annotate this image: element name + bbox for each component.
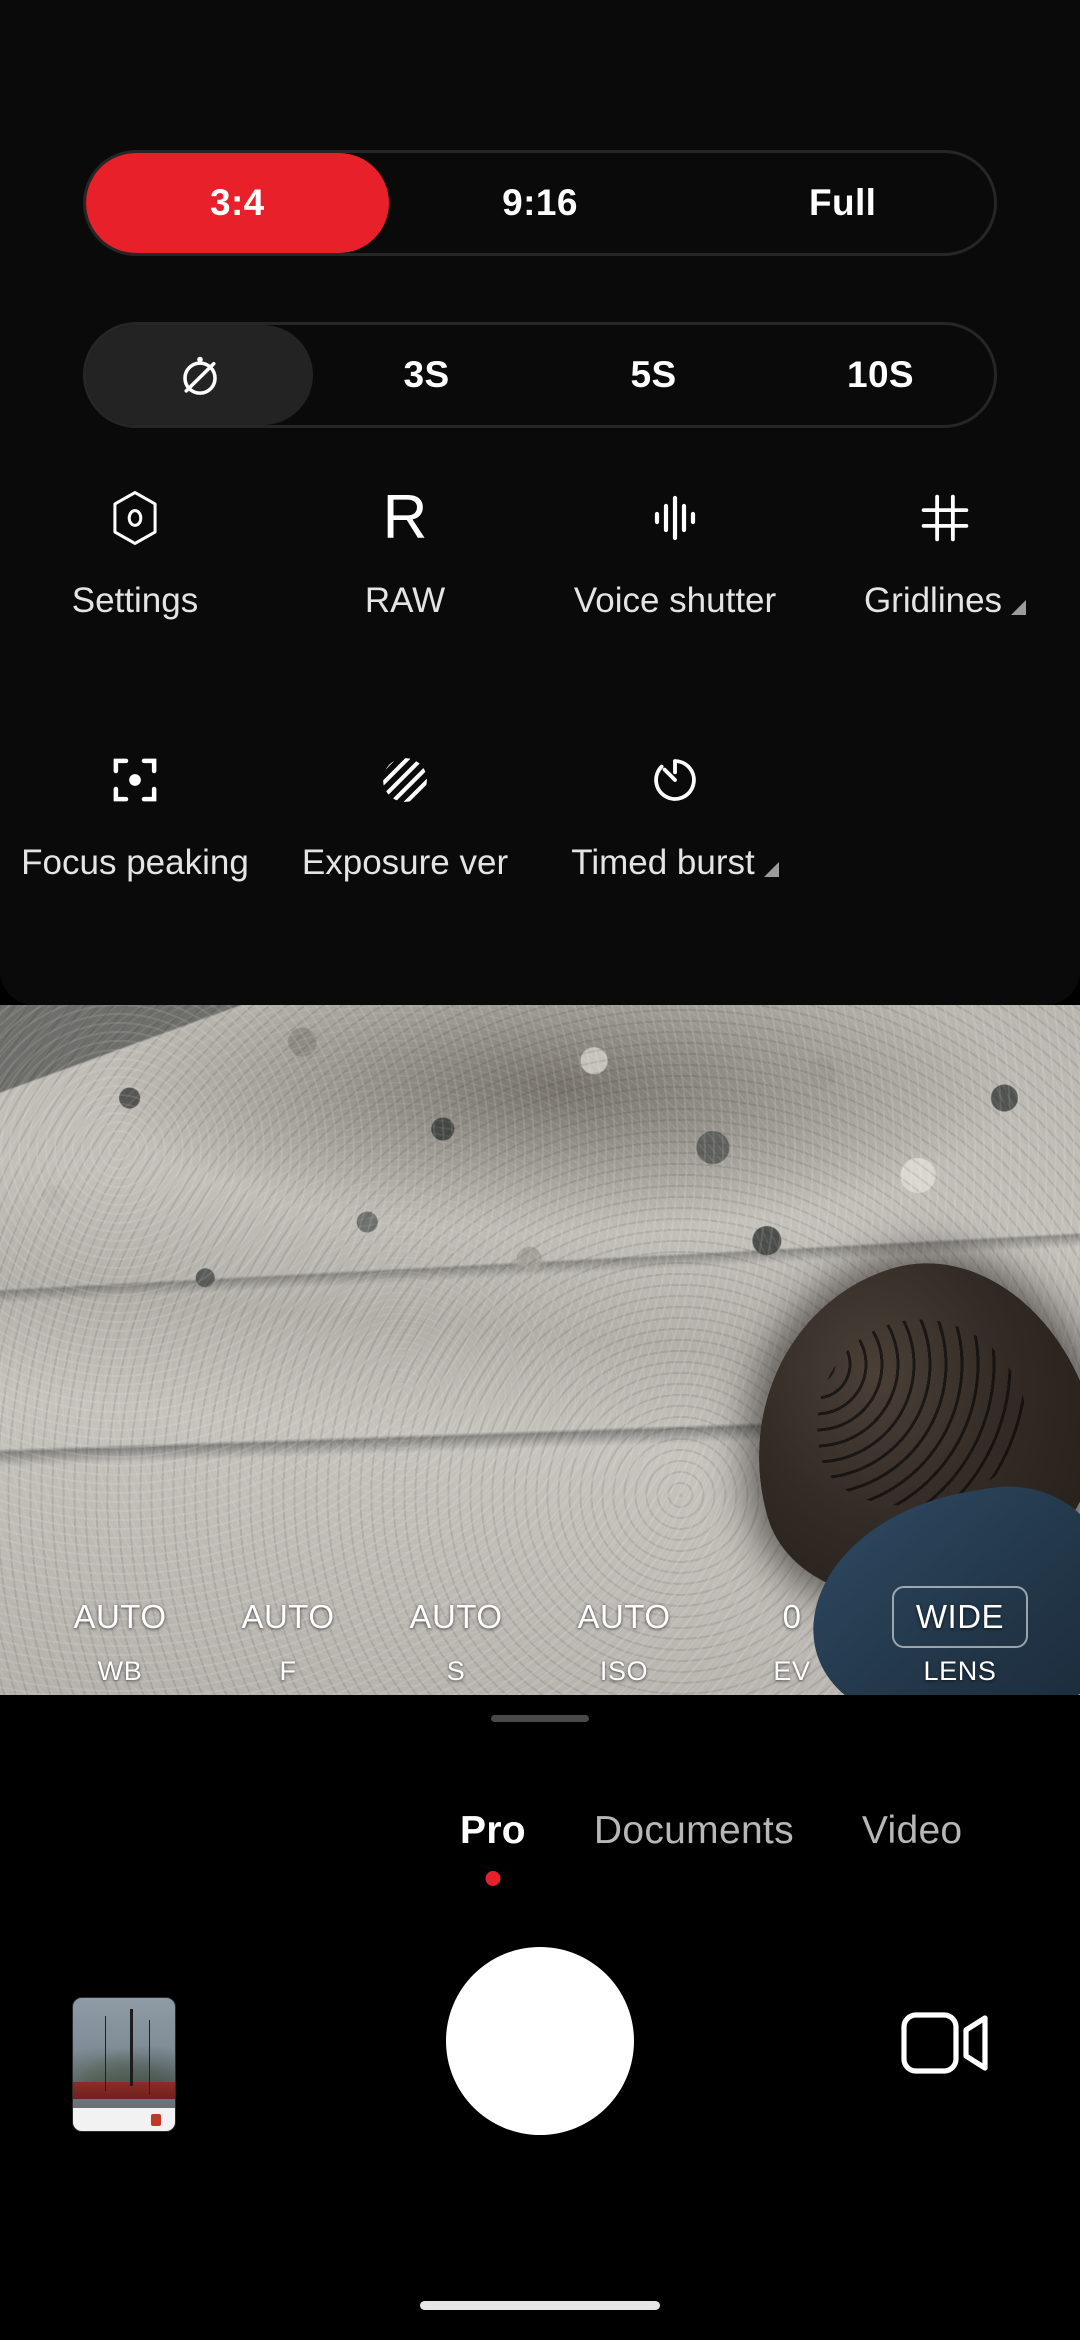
feature-timed-burst[interactable]: Timed burst <box>540 742 810 884</box>
aspect-ratio-selector[interactable]: 3:4 9:16 Full <box>83 150 997 256</box>
aspect-option-9-16[interactable]: 9:16 <box>389 153 692 253</box>
pro-control-f[interactable]: AUTO F <box>204 1586 372 1687</box>
thumbnail-roof <box>73 2081 175 2100</box>
timer-option-off[interactable] <box>86 325 313 425</box>
feature-settings[interactable]: Settings <box>0 480 270 622</box>
active-mode-dot <box>485 1871 501 1886</box>
timer-off-icon <box>175 350 225 400</box>
feature-label-wrap: Timed burst <box>540 842 810 884</box>
feature-voice-shutter[interactable]: Voice shutter <box>540 480 810 622</box>
feature-label-wrap: Focus peaking <box>0 842 270 884</box>
timer-option-label: 10S <box>846 354 915 395</box>
timer-option-label: 3S <box>403 354 450 395</box>
pro-control-ev[interactable]: 0 EV <box>708 1586 876 1687</box>
stopwatch-icon <box>648 742 702 818</box>
pro-control-s[interactable]: AUTO S <box>372 1586 540 1687</box>
waveform-icon <box>645 480 705 556</box>
video-camera-icon[interactable] <box>896 2005 996 2081</box>
mode-label: Pro <box>460 1809 526 1852</box>
navigation-pill <box>420 2301 660 2310</box>
thumbnail-mark <box>150 2113 161 2126</box>
aspect-option-3-4[interactable]: 3:4 <box>86 153 389 253</box>
pro-control-value: 0 <box>782 1598 802 1635</box>
mode-label: Documents <box>593 1809 794 1852</box>
feature-exposure-verification[interactable]: Exposure ver <box>270 742 540 884</box>
mode-item-documents[interactable]: Documents <box>594 1809 794 1853</box>
pro-control-wb[interactable]: AUTO WB <box>36 1586 204 1687</box>
aspect-option-label: 9:16 <box>502 182 578 223</box>
mode-item-video[interactable]: Video <box>862 1809 963 1853</box>
mode-drag-handle[interactable] <box>491 1715 589 1722</box>
pro-control-lens[interactable]: WIDE LENS <box>876 1586 1044 1687</box>
feature-label-wrap: Exposure ver <box>270 842 540 884</box>
pro-control-label: F <box>279 1656 297 1686</box>
timer-option-3s[interactable]: 3S <box>313 325 540 425</box>
feature-label: RAW <box>364 581 446 620</box>
chevron-corner-icon <box>1011 599 1027 615</box>
feature-label: Gridlines <box>863 581 1003 620</box>
feature-label: Voice shutter <box>573 581 777 620</box>
aspect-option-label: Full <box>808 182 877 223</box>
timer-selector[interactable]: 3S 5S 10S <box>83 322 997 428</box>
pro-control-value: WIDE <box>891 1586 1029 1648</box>
camera-preview[interactable]: AUTO WB AUTO F AUTO S AUTO ISO 0 EV WIDE… <box>0 1005 1080 1695</box>
grid-frame-icon <box>918 480 972 556</box>
pro-control-label: ISO <box>599 1656 649 1686</box>
feature-label: Timed burst <box>571 843 755 882</box>
aspect-option-label: 3:4 <box>209 182 265 223</box>
mode-item-pro[interactable]: Pro <box>460 1809 526 1886</box>
focus-point-icon <box>108 742 162 818</box>
feature-gridlines[interactable]: Gridlines <box>810 480 1080 622</box>
pro-control-label: EV <box>773 1656 811 1686</box>
pro-control-iso[interactable]: AUTO ISO <box>540 1586 708 1687</box>
feature-label: Focus peaking <box>21 843 249 882</box>
pro-control-value: AUTO <box>409 1598 503 1635</box>
feature-focus-peaking[interactable]: Focus peaking <box>0 742 270 884</box>
feature-label-wrap: Voice shutter <box>540 580 810 622</box>
mode-selector[interactable]: Pro Documents Video <box>0 1771 1080 1891</box>
feature-label-wrap: RAW <box>270 580 540 622</box>
thumbnail-pole <box>130 2008 134 2086</box>
settings-panel: 3:4 9:16 Full 3S 5S 10S Settings R RAW V… <box>0 0 1080 1005</box>
hexagon-aperture-icon <box>108 480 162 556</box>
feature-label-wrap: Settings <box>0 580 270 622</box>
chevron-corner-icon <box>763 861 779 877</box>
timer-option-10s[interactable]: 10S <box>767 325 994 425</box>
camera-app-screen: 3:4 9:16 Full 3S 5S 10S Settings R RAW V… <box>0 0 1080 2340</box>
pro-control-label: WB <box>97 1656 143 1686</box>
feature-row-1: Settings R RAW Voice shutter Gridlines <box>0 480 1080 622</box>
timer-option-5s[interactable]: 5S <box>540 325 767 425</box>
aspect-option-full[interactable]: Full <box>691 153 994 253</box>
shutter-row <box>0 1947 1080 2207</box>
pro-control-value: AUTO <box>241 1598 335 1635</box>
pro-control-value: AUTO <box>577 1598 671 1635</box>
mode-label: Video <box>861 1809 963 1852</box>
pro-control-label: LENS <box>923 1656 997 1686</box>
feature-row-2: Focus peaking Exposure ver Timed burst <box>0 742 1080 884</box>
bottom-bar: Pro Documents Video <box>0 1695 1080 2340</box>
timer-option-label: 5S <box>630 354 677 395</box>
shutter-button[interactable] <box>446 1947 634 2135</box>
pro-control-value: AUTO <box>73 1598 167 1635</box>
gallery-thumbnail[interactable] <box>72 1997 176 2132</box>
feature-raw[interactable]: R RAW <box>270 480 540 622</box>
zebra-stripes-icon <box>377 742 433 818</box>
feature-empty-slot <box>810 742 1080 884</box>
feature-label: Exposure ver <box>301 843 509 882</box>
feature-label: Settings <box>71 581 199 620</box>
feature-label-wrap: Gridlines <box>810 580 1080 622</box>
pro-control-label: S <box>446 1656 466 1686</box>
pro-controls-bar: AUTO WB AUTO F AUTO S AUTO ISO 0 EV WIDE… <box>0 1586 1080 1687</box>
raw-letter-icon: R <box>382 483 428 552</box>
feature-grid: Settings R RAW Voice shutter Gridlines F… <box>0 480 1080 884</box>
